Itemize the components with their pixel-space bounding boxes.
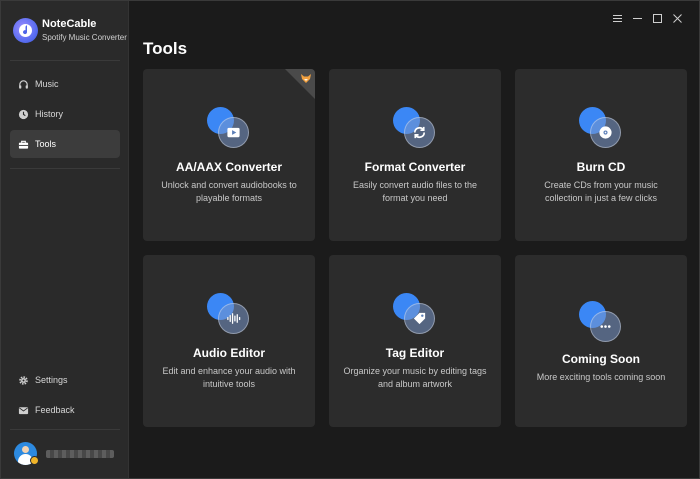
ellipsis-icon xyxy=(600,325,611,328)
username-redacted xyxy=(46,450,114,458)
tool-title: Audio Editor xyxy=(193,346,265,360)
sidebar-divider xyxy=(10,60,120,61)
sidebar-item-label: Feedback xyxy=(35,405,75,415)
sidebar-item-tools[interactable]: Tools xyxy=(10,130,120,158)
tool-description: Easily convert audio files to the format… xyxy=(352,180,478,203)
sidebar-item-label: History xyxy=(35,109,64,119)
tool-title: Tag Editor xyxy=(385,346,445,360)
tool-description: Unlock and convert audiobooks to playabl… xyxy=(161,180,297,203)
tool-title: Format Converter xyxy=(364,160,466,174)
window-controls xyxy=(607,11,687,25)
mail-icon xyxy=(18,406,29,414)
headphones-icon xyxy=(19,79,28,89)
tool-card-tag-editor[interactable]: Tag Editor Organize your music by editin… xyxy=(329,255,501,427)
sidebar-divider xyxy=(10,168,120,169)
play-icon xyxy=(227,127,240,138)
tool-card-aax-converter[interactable]: AA/AAX Converter Unlock and convert audi… xyxy=(143,69,315,241)
brand: NoteCable Spotify Music Converter xyxy=(13,17,127,45)
user-account[interactable] xyxy=(14,442,124,466)
clock-icon xyxy=(18,109,29,119)
minimize-button[interactable] xyxy=(627,11,647,25)
app-subtitle: Spotify Music Converter xyxy=(42,33,127,42)
sidebar-item-history[interactable]: History xyxy=(10,100,120,128)
tool-description: Organize your music by editing tags and … xyxy=(343,366,487,389)
maximize-icon xyxy=(652,13,662,23)
tool-title: Burn CD xyxy=(576,160,626,174)
menu-button[interactable] xyxy=(607,11,627,25)
sidebar: NoteCable Spotify Music Converter Music … xyxy=(1,1,129,478)
premium-badge-icon xyxy=(30,456,39,465)
tool-icon xyxy=(579,301,623,343)
tool-icon xyxy=(207,107,251,149)
sidebar-item-label: Music xyxy=(35,79,59,89)
gear-icon xyxy=(19,375,28,385)
tool-title: AA/AAX Converter xyxy=(175,160,283,174)
app-name: NoteCable xyxy=(42,18,97,30)
refresh-icon xyxy=(413,126,426,139)
fox-icon xyxy=(301,74,311,83)
tool-icon xyxy=(207,293,251,335)
tool-card-coming-soon[interactable]: Coming Soon More exciting tools coming s… xyxy=(515,255,687,427)
sidebar-item-settings[interactable]: Settings xyxy=(10,366,120,394)
close-icon xyxy=(672,13,682,23)
sidebar-item-label: Settings xyxy=(35,375,68,385)
sidebar-item-feedback[interactable]: Feedback xyxy=(10,396,120,424)
sidebar-item-label: Tools xyxy=(35,139,57,149)
tool-card-audio-editor[interactable]: Audio Editor Edit and enhance your audio… xyxy=(143,255,315,427)
app-window: NoteCable Spotify Music Converter Music … xyxy=(0,0,700,479)
close-button[interactable] xyxy=(667,11,687,25)
tool-title: Coming Soon xyxy=(562,352,640,366)
tool-description: Create CDs from your music collection in… xyxy=(544,180,658,203)
hamburger-icon xyxy=(612,14,622,22)
tool-description: Edit and enhance your audio with intuiti… xyxy=(162,366,296,389)
tool-card-burn-cd[interactable]: Burn CD Create CDs from your music colle… xyxy=(515,69,687,241)
maximize-button[interactable] xyxy=(647,11,667,25)
tool-icon xyxy=(579,107,623,149)
tag-icon xyxy=(413,312,426,325)
tool-card-format-converter[interactable]: Format Converter Easily convert audio fi… xyxy=(329,69,501,241)
app-logo-icon xyxy=(13,18,38,43)
tool-icon xyxy=(393,293,437,335)
disc-icon xyxy=(599,126,612,139)
page-title: Tools xyxy=(143,39,188,58)
sidebar-divider xyxy=(10,429,120,430)
tool-icon xyxy=(393,107,437,149)
sidebar-item-music[interactable]: Music xyxy=(10,70,120,98)
waveform-icon xyxy=(227,313,241,324)
tool-description: More exciting tools coming soon xyxy=(536,372,666,382)
minimize-icon xyxy=(632,17,642,19)
toolbox-icon xyxy=(18,140,29,149)
